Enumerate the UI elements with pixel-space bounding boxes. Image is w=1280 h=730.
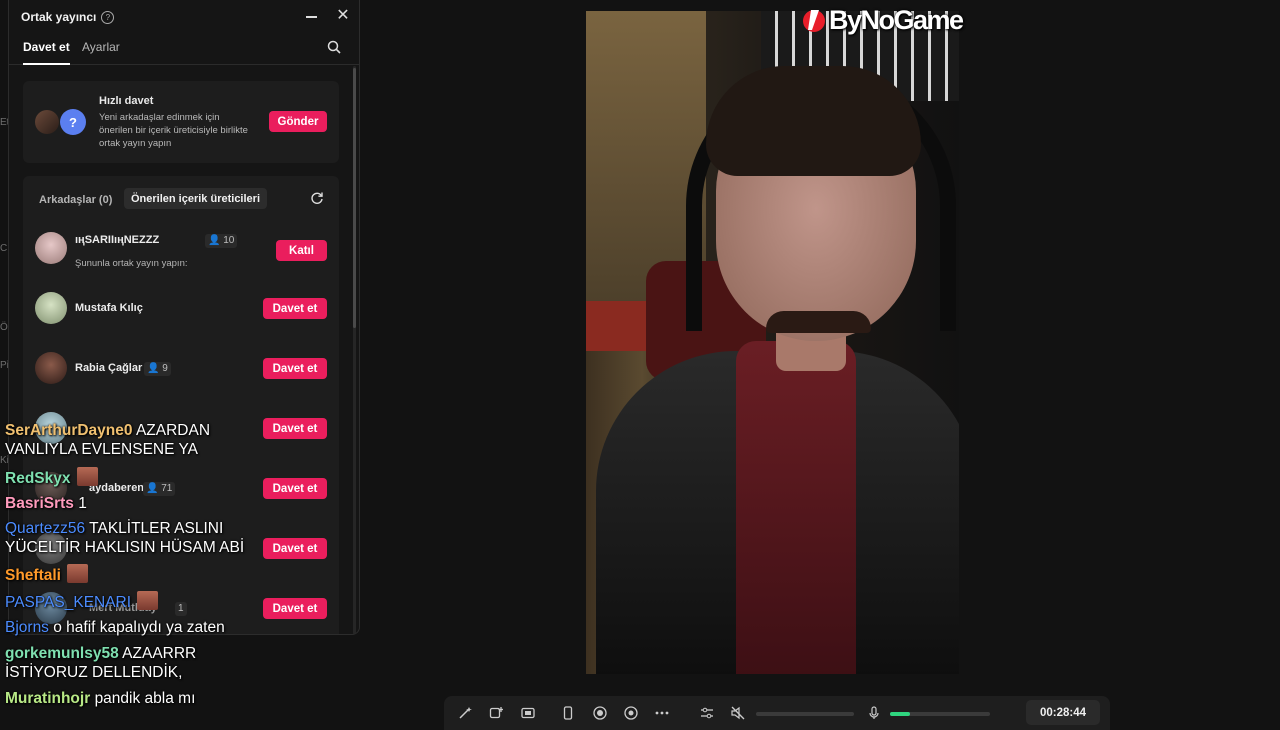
camera-person (706, 66, 921, 176)
chat-username: Quartezz56 (5, 520, 86, 537)
chat-text: pandik abla mı (94, 690, 196, 707)
speaker-muted-icon[interactable] (731, 706, 745, 720)
chat-message: gorkemunlsy58 AZAARRR (5, 644, 196, 663)
avatar (35, 292, 67, 324)
invite-button[interactable]: Davet et (263, 598, 327, 619)
emote-icon (67, 564, 89, 583)
viewer-count: 1 (175, 602, 187, 616)
settings-sliders-icon[interactable] (700, 706, 714, 720)
panel-tabs: Davet et Ayarlar (9, 34, 359, 65)
chat-username: Muratinhojr (5, 690, 91, 707)
chat-message: Sheftali (5, 564, 89, 585)
subtab-friends[interactable]: Arkadaşlar (0) (39, 194, 112, 206)
stream-toolbar: 00:28:44 (444, 696, 1110, 730)
close-icon[interactable]: ✕ (336, 8, 350, 24)
phone-icon[interactable] (561, 706, 575, 720)
edge-letter: C (0, 243, 8, 254)
chat-username: PASPAS_KENARI (5, 594, 132, 611)
refresh-icon[interactable] (310, 191, 324, 205)
chat-message: SerArthurDayne0 AZARDAN (5, 421, 210, 440)
add-scene-icon[interactable] (489, 706, 503, 720)
sponsor-logo: ByNoGame (802, 4, 964, 36)
logo-text: ByNoGame (829, 4, 964, 35)
chat-text: AZAARRR (122, 645, 197, 662)
creator-name: Mustafa Kılıç (75, 302, 143, 314)
viewer-count-value: 1 (178, 603, 184, 614)
join-button[interactable]: Katıl (276, 240, 327, 261)
camera-person (766, 311, 871, 333)
microphone-icon[interactable] (867, 706, 881, 720)
chat-message: Muratinhojr pandik abla mı (5, 689, 195, 708)
viewer-count: 👤 10 (205, 234, 238, 248)
creator-name: aydaberenn (89, 482, 151, 494)
chat-message-continued: İSTİYORUZ DELLENDİK, (5, 664, 183, 681)
invite-button[interactable]: Davet et (263, 298, 327, 319)
quick-invite-card: ? Hızlı davet Yeni arkadaşlar edinmek iç… (23, 81, 339, 163)
scrollbar-thumb[interactable] (353, 68, 356, 328)
chat-message-continued: VANLIYLA EVLENSENE YA (5, 441, 198, 458)
emote-icon (76, 467, 98, 486)
creator-name: ıңSARIIıңNEZZZ (75, 234, 160, 246)
list-item: ıңSARIIıңNEZZZ 👤 10 Şununla ortak yayın … (23, 230, 339, 270)
subtab-suggested[interactable]: Önerilen içerik üreticileri (124, 188, 268, 209)
chat-message: RedSkyx (5, 467, 98, 488)
viewer-count-value: 9 (162, 363, 168, 374)
search-icon[interactable] (327, 40, 341, 54)
minimize-button[interactable] (306, 16, 317, 18)
chat-username: SerArthurDayne0 (5, 422, 133, 439)
chat-username: Bjorns (5, 619, 49, 636)
chat-message: Bjorns o hafif kapalıydı ya zaten (5, 618, 225, 637)
more-icon[interactable] (655, 706, 669, 720)
creator-subtabs: Arkadaşlar (0) Önerilen içerik üreticile… (23, 186, 339, 214)
chat-username: Sheftali (5, 567, 61, 584)
quick-invite-description: Yeni arkadaşlar edinmek için önerilen bi… (99, 112, 248, 149)
tab-invite[interactable]: Davet et (23, 40, 70, 65)
avatar (35, 352, 67, 384)
viewer-count-value: 10 (223, 235, 235, 246)
chat-message-continued: YÜCELTİR HAKLISIN HÜSAM ABİ (5, 539, 245, 556)
chat-username: gorkemunlsy58 (5, 645, 119, 662)
collab-text: Şununla ortak yayın yapın: (75, 258, 188, 269)
chat-message: Quartezz56 TAKLİTLER ASLINI (5, 519, 223, 538)
stream-timer: 00:28:44 (1026, 700, 1100, 725)
layout-icon[interactable] (521, 706, 535, 720)
invite-button[interactable]: Davet et (263, 418, 327, 439)
viewer-count: 👤 71 (143, 482, 176, 496)
invite-button[interactable]: Davet et (263, 538, 327, 559)
chat-text: TAKLİTLER ASLINI (89, 520, 224, 537)
creator-name: Rabia Çağlar (75, 362, 143, 374)
send-button[interactable]: Gönder (269, 111, 327, 132)
panel-title: Ortak yayıncı (21, 10, 97, 24)
chat-username: BasriSrts (5, 495, 74, 512)
list-item: Rabia Çağlar 👤 9 Davet et (23, 350, 339, 390)
avatar (35, 110, 59, 134)
edge-letter: Ö (0, 322, 8, 333)
camera-person (736, 341, 856, 674)
tab-settings[interactable]: Ayarlar (82, 40, 120, 54)
chat-message: BasriSrts 1 (5, 494, 87, 513)
camera-feed (586, 11, 959, 674)
emote-icon (137, 591, 159, 610)
viewer-count-value: 71 (161, 483, 173, 494)
record-icon[interactable] (593, 706, 607, 720)
chat-text: AZARDAN (135, 422, 211, 439)
chat-message: PASPAS_KENARI (5, 591, 159, 612)
chat-text: 1 (78, 495, 87, 512)
chat-text: o hafif kapalıydı ya zaten (53, 619, 225, 636)
quick-invite-title: Hızlı davet (99, 95, 154, 107)
live-target-icon[interactable] (624, 706, 638, 720)
mic-level-meter (890, 712, 910, 716)
list-item: Mustafa Kılıç Davet et (23, 290, 339, 330)
invite-button[interactable]: Davet et (263, 478, 327, 499)
avatar (35, 232, 67, 264)
help-icon[interactable]: ? (101, 10, 115, 24)
invite-button[interactable]: Davet et (263, 358, 327, 379)
chat-username: RedSkyx (5, 470, 71, 487)
viewer-count: 👤 9 (144, 362, 171, 376)
logo-mark-icon (803, 10, 825, 32)
question-avatar-icon: ? (60, 109, 86, 135)
volume-slider[interactable] (756, 712, 854, 716)
magic-wand-icon[interactable] (458, 706, 472, 720)
